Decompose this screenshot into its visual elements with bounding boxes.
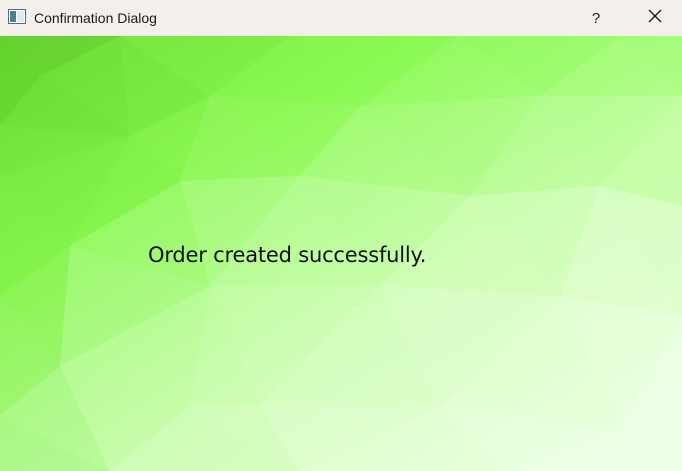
help-icon: ? bbox=[591, 9, 601, 27]
dialog-content: Order created successfully. bbox=[0, 36, 682, 471]
confirmation-dialog-window: Confirmation Dialog ? Order created succ… bbox=[0, 0, 682, 471]
window-icon bbox=[8, 9, 26, 24]
close-button[interactable] bbox=[628, 0, 682, 36]
help-button[interactable]: ? bbox=[576, 0, 616, 36]
window-title: Confirmation Dialog bbox=[34, 10, 157, 26]
title-bar[interactable]: Confirmation Dialog ? bbox=[0, 0, 682, 36]
close-icon bbox=[648, 9, 662, 28]
confirmation-message: Order created successfully. bbox=[148, 243, 427, 267]
